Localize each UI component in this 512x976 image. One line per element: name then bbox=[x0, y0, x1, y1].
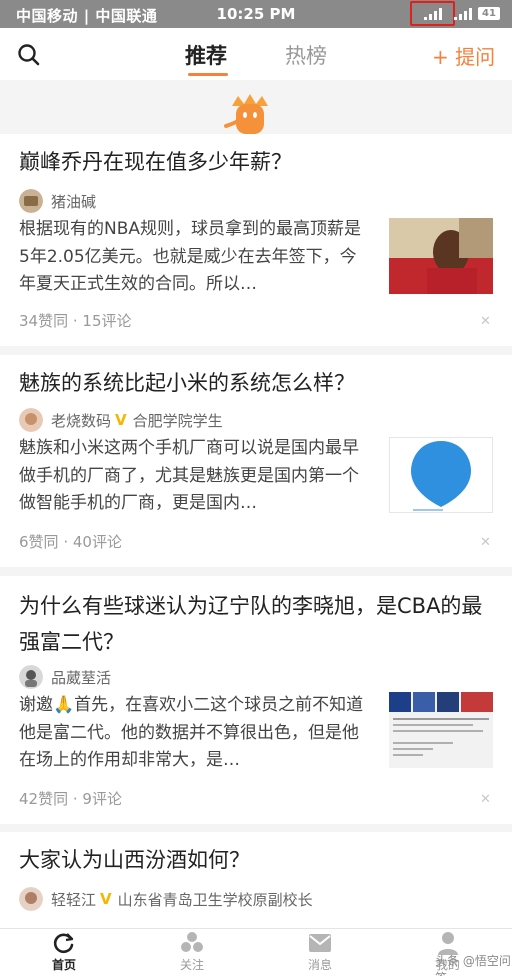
answer-excerpt[interactable]: 根据现有的NBA规则，球员拿到的最高顶薪是5年2.05亿美元。也就是威少在去年签… bbox=[19, 216, 371, 299]
question-card[interactable]: 巅峰乔丹在现在值多少年薪？ 猪油碱 根据现有的NBA规则，球员拿到的最高顶薪是5… bbox=[0, 134, 512, 346]
dismiss-icon[interactable]: ✕ bbox=[480, 535, 491, 550]
comments-count[interactable]: 40评论 bbox=[73, 533, 122, 551]
dismiss-icon[interactable]: ✕ bbox=[480, 314, 491, 329]
answer-stats: 42赞同 · 9评论 bbox=[19, 790, 122, 808]
question-title[interactable]: 大家认为山西汾酒如何？ bbox=[19, 842, 495, 878]
author-row[interactable]: 轻轻江 V 山东省青岛卫生学校原副校长 bbox=[19, 886, 313, 912]
signal-icon bbox=[424, 8, 446, 20]
author-row[interactable]: 猪油碱 bbox=[19, 188, 96, 214]
likes-count: 34赞同 bbox=[19, 312, 69, 330]
author-description: 山东省青岛卫生学校原副校长 bbox=[117, 890, 313, 909]
avatar[interactable] bbox=[19, 408, 43, 432]
tab-recommend[interactable]: 推荐 bbox=[185, 40, 227, 70]
answer-stats: 6赞同 · 40评论 bbox=[19, 533, 122, 551]
author-row[interactable]: 品葳荎活 bbox=[19, 664, 111, 690]
nav-home-label: 首页 bbox=[51, 958, 76, 972]
comments-count[interactable]: 9评论 bbox=[82, 790, 122, 808]
answer-thumbnail[interactable] bbox=[389, 218, 493, 294]
author-name[interactable]: 轻轻江 bbox=[51, 889, 96, 910]
status-bar: 中国移动 | 中国联通 10:25 PM 41 bbox=[0, 0, 512, 28]
watermark: 头条 @悟空问答 bbox=[435, 954, 511, 976]
ask-question-button[interactable]: + 提问 bbox=[432, 41, 495, 70]
nav-messages[interactable]: 消息 bbox=[290, 931, 350, 973]
nav-follow-label: 关注 bbox=[179, 958, 204, 972]
author-description: 合肥学院学生 bbox=[132, 411, 223, 430]
tab-hot[interactable]: 热榜 bbox=[285, 40, 327, 70]
refresh-icon bbox=[53, 933, 74, 954]
signal-icon-secondary bbox=[454, 8, 476, 20]
answer-excerpt[interactable]: 谢邀🙏首先，在喜欢小二这个球员之前不知道他是富二代。他的数据并不算很出色，但是他… bbox=[19, 692, 371, 775]
nav-home[interactable]: 首页 bbox=[34, 931, 94, 973]
answer-excerpt[interactable]: 魅族和小米这两个手机厂商可以说是国内最早做手机的厂商了，尤其是魅族更是国内第一个… bbox=[19, 435, 371, 518]
comments-count[interactable]: 15评论 bbox=[82, 312, 131, 330]
avatar[interactable] bbox=[19, 665, 43, 689]
author-row[interactable]: 老烧数码 V 合肥学院学生 bbox=[19, 407, 223, 433]
refresh-header bbox=[0, 80, 512, 134]
author-name[interactable]: 猪油碱 bbox=[51, 191, 96, 212]
answer-thumbnail[interactable] bbox=[389, 692, 493, 768]
question-title[interactable]: 魅族的系统比起小米的系统怎么样？ bbox=[19, 365, 495, 401]
author-name[interactable]: 品葳荎活 bbox=[51, 667, 111, 688]
question-card[interactable]: 魅族的系统比起小米的系统怎么样？ 老烧数码 V 合肥学院学生 魅族和小米这两个手… bbox=[0, 355, 512, 567]
battery-icon: 41 bbox=[478, 7, 500, 20]
question-card[interactable]: 大家认为山西汾酒如何？ 轻轻江 V 山东省青岛卫生学校原副校长 bbox=[0, 832, 512, 928]
top-nav: 推荐 热榜 + 提问 bbox=[0, 28, 512, 80]
mascot-icon bbox=[224, 94, 268, 134]
answer-stats: 34赞同 · 15评论 bbox=[19, 312, 132, 330]
verified-badge-icon: V bbox=[115, 411, 127, 429]
search-icon[interactable] bbox=[16, 42, 42, 68]
dismiss-icon[interactable]: ✕ bbox=[480, 792, 491, 807]
likes-count: 42赞同 bbox=[19, 790, 69, 808]
nav-follow[interactable]: 关注 bbox=[162, 931, 222, 973]
follow-icon bbox=[181, 932, 203, 952]
verified-badge-icon: V bbox=[100, 890, 112, 908]
question-title[interactable]: 巅峰乔丹在现在值多少年薪？ bbox=[19, 144, 495, 180]
nav-messages-label: 消息 bbox=[307, 958, 332, 972]
avatar[interactable] bbox=[19, 887, 43, 911]
avatar[interactable] bbox=[19, 189, 43, 213]
answer-thumbnail[interactable] bbox=[389, 437, 493, 513]
question-card[interactable]: 为什么有些球迷认为辽宁队的李晓旭，是CBA的最强富二代？ 品葳荎活 谢邀🙏首先，… bbox=[0, 576, 512, 824]
question-title[interactable]: 为什么有些球迷认为辽宁队的李晓旭，是CBA的最强富二代？ bbox=[19, 588, 495, 660]
author-name[interactable]: 老烧数码 bbox=[51, 410, 111, 431]
active-tab-indicator bbox=[188, 73, 228, 76]
likes-count: 6赞同 bbox=[19, 533, 59, 551]
mail-icon bbox=[309, 934, 331, 952]
